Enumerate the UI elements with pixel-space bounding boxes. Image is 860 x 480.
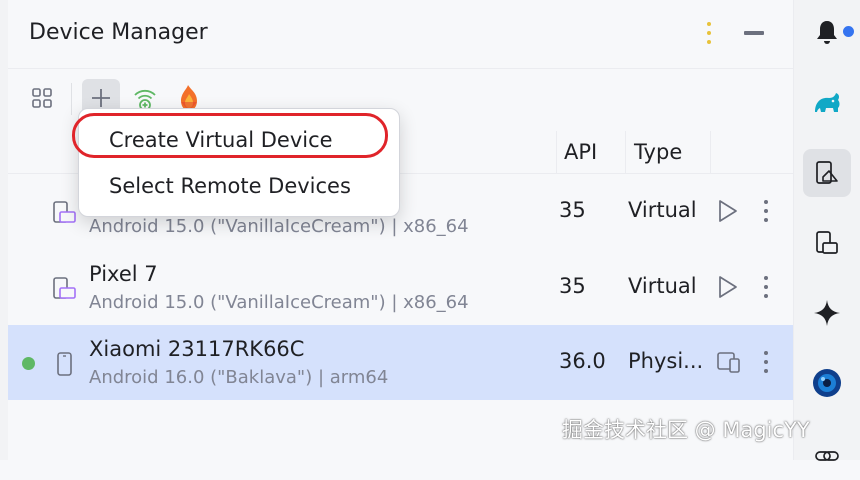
app-quality-insights-icon[interactable] <box>803 359 851 407</box>
device-type: Virtual <box>628 274 697 298</box>
play-icon[interactable] <box>716 274 740 304</box>
menu-item-select-remote-devices[interactable]: Select Remote Devices <box>109 174 351 198</box>
device-type: Physi... <box>628 349 704 373</box>
page-title: Device Manager <box>29 20 208 45</box>
table-row[interactable]: Pixel 7 Android 15.0 ("VanillaIceCream")… <box>8 250 793 325</box>
left-gutter <box>0 0 8 460</box>
notifications-icon[interactable] <box>803 8 856 56</box>
running-devices-icon[interactable] <box>803 219 851 267</box>
add-icon <box>92 89 110 107</box>
notification-badge <box>841 24 856 39</box>
panel-header: Device Manager <box>8 0 793 69</box>
device-api: 35 <box>559 198 586 222</box>
column-header-api[interactable]: API <box>564 140 597 164</box>
options-menu-icon[interactable] <box>704 22 714 44</box>
device-name: Pixel 7 <box>89 262 158 286</box>
play-icon[interactable] <box>716 198 740 228</box>
mirror-icon[interactable] <box>716 349 742 379</box>
device-details: Android 15.0 ("VanillaIceCream") | x86_6… <box>89 292 469 313</box>
link-icon[interactable] <box>803 432 851 480</box>
device-details: Android 16.0 ("Baklava") | arm64 <box>89 367 389 388</box>
grid-icon[interactable] <box>23 79 61 117</box>
online-status-dot <box>22 357 35 370</box>
minimize-button[interactable] <box>744 31 764 35</box>
device-type: Virtual <box>628 198 697 222</box>
more-options-icon[interactable] <box>758 349 774 375</box>
virtual-device-icon <box>52 200 78 230</box>
device-name: Xiaomi 23117RK66C <box>89 337 305 361</box>
toolbar-separator <box>71 83 72 115</box>
table-row-selected[interactable]: Xiaomi 23117RK66C Android 16.0 ("Baklava… <box>8 325 793 400</box>
device-api: 36.0 <box>559 349 606 373</box>
virtual-device-icon <box>52 276 78 306</box>
device-manager-icon[interactable] <box>803 149 851 197</box>
column-header-type[interactable]: Type <box>634 140 682 164</box>
more-options-icon[interactable] <box>758 274 774 300</box>
device-details: Android 15.0 ("VanillaIceCream") | x86_6… <box>89 216 469 237</box>
gradle-icon[interactable] <box>803 78 851 126</box>
highlight-annotation-ring <box>72 113 388 158</box>
watermark: 掘金技术社区 @ MagicYY <box>562 418 810 442</box>
tool-window-rail <box>793 0 860 461</box>
gemini-icon[interactable] <box>803 289 851 337</box>
physical-device-icon <box>52 351 78 381</box>
device-api: 35 <box>559 274 586 298</box>
more-options-icon[interactable] <box>758 198 774 224</box>
device-manager-panel: Device Manager API Type Android 15.0 ("V… <box>8 0 793 460</box>
